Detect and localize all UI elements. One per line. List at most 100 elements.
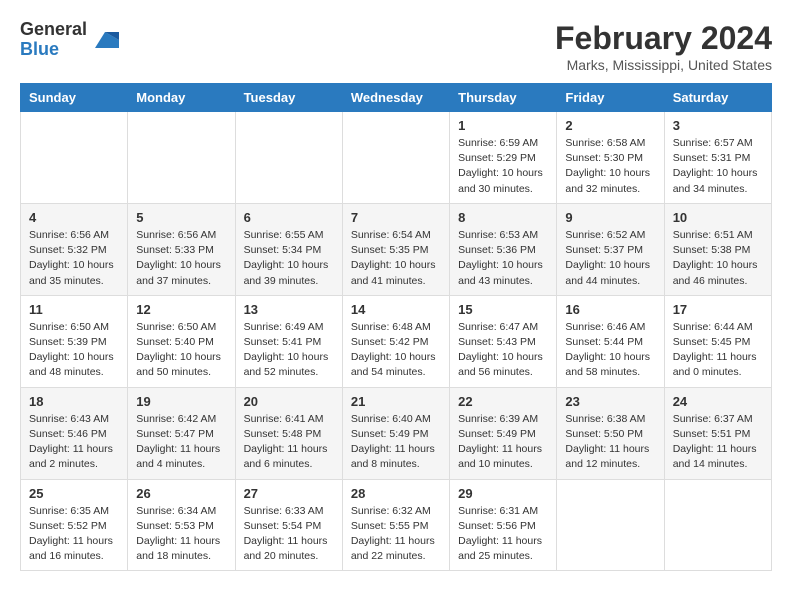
- logo: General Blue: [20, 20, 119, 60]
- calendar-cell: 14 Sunrise: 6:48 AM Sunset: 5:42 PM Dayli…: [342, 295, 449, 387]
- day-number: 25: [29, 486, 119, 501]
- calendar-week-row: 25 Sunrise: 6:35 AM Sunset: 5:52 PM Dayli…: [21, 479, 772, 571]
- day-info: Sunrise: 6:51 AM Sunset: 5:38 PM Dayligh…: [673, 228, 763, 289]
- calendar-cell: 15 Sunrise: 6:47 AM Sunset: 5:43 PM Dayli…: [450, 295, 557, 387]
- logo-blue-text: Blue: [20, 40, 87, 60]
- logo-text: General Blue: [20, 20, 87, 60]
- calendar-cell: 27 Sunrise: 6:33 AM Sunset: 5:54 PM Dayli…: [235, 479, 342, 571]
- page-header: General Blue February 2024 Marks, Missis…: [20, 20, 772, 73]
- day-number: 14: [351, 302, 441, 317]
- calendar-cell: 5Sunrise: 6:56 AM Sunset: 5:33 PM Daylig…: [128, 203, 235, 295]
- header-day-friday: Friday: [557, 84, 664, 112]
- calendar-cell: 2Sunrise: 6:58 AM Sunset: 5:30 PM Daylig…: [557, 112, 664, 204]
- day-info: Sunrise: 6:33 AM Sunset: 5:54 PM Dayligh…: [244, 504, 334, 565]
- day-info: Sunrise: 6:49 AM Sunset: 5:41 PM Dayligh…: [244, 320, 334, 381]
- title-block: February 2024 Marks, Mississippi, United…: [555, 20, 772, 73]
- day-info: Sunrise: 6:52 AM Sunset: 5:37 PM Dayligh…: [565, 228, 655, 289]
- day-info: Sunrise: 6:43 AM Sunset: 5:46 PM Dayligh…: [29, 412, 119, 473]
- calendar-week-row: 4Sunrise: 6:56 AM Sunset: 5:32 PM Daylig…: [21, 203, 772, 295]
- calendar-cell: [342, 112, 449, 204]
- day-number: 9: [565, 210, 655, 225]
- subtitle: Marks, Mississippi, United States: [555, 57, 772, 73]
- calendar-cell: 21 Sunrise: 6:40 AM Sunset: 5:49 PM Dayli…: [342, 387, 449, 479]
- day-number: 28: [351, 486, 441, 501]
- calendar-week-row: 18Sunrise: 6:43 AM Sunset: 5:46 PM Dayli…: [21, 387, 772, 479]
- day-info: Sunrise: 6:32 AM Sunset: 5:55 PM Dayligh…: [351, 504, 441, 565]
- day-number: 1: [458, 118, 548, 133]
- day-number: 7: [351, 210, 441, 225]
- main-title: February 2024: [555, 20, 772, 57]
- day-number: 2: [565, 118, 655, 133]
- header-day-monday: Monday: [128, 84, 235, 112]
- day-info: Sunrise: 6:46 AM Sunset: 5:44 PM Dayligh…: [565, 320, 655, 381]
- day-number: 27: [244, 486, 334, 501]
- day-number: 11: [29, 302, 119, 317]
- day-number: 21: [351, 394, 441, 409]
- day-info: Sunrise: 6:39 AM Sunset: 5:49 PM Dayligh…: [458, 412, 548, 473]
- calendar-cell: 11 Sunrise: 6:50 AM Sunset: 5:39 PM Dayli…: [21, 295, 128, 387]
- day-number: 24: [673, 394, 763, 409]
- day-info: Sunrise: 6:35 AM Sunset: 5:52 PM Dayligh…: [29, 504, 119, 565]
- calendar-cell: 22 Sunrise: 6:39 AM Sunset: 5:49 PM Dayli…: [450, 387, 557, 479]
- day-info: Sunrise: 6:42 AM Sunset: 5:47 PM Dayligh…: [136, 412, 226, 473]
- day-info: Sunrise: 6:59 AM Sunset: 5:29 PM Dayligh…: [458, 136, 548, 197]
- header-day-wednesday: Wednesday: [342, 84, 449, 112]
- day-info: Sunrise: 6:53 AM Sunset: 5:36 PM Dayligh…: [458, 228, 548, 289]
- day-number: 13: [244, 302, 334, 317]
- calendar-cell: [235, 112, 342, 204]
- calendar-cell: 25 Sunrise: 6:35 AM Sunset: 5:52 PM Dayli…: [21, 479, 128, 571]
- calendar-cell: 3 Sunrise: 6:57 AM Sunset: 5:31 PM Daylig…: [664, 112, 771, 204]
- day-info: Sunrise: 6:34 AM Sunset: 5:53 PM Dayligh…: [136, 504, 226, 565]
- calendar-cell: [21, 112, 128, 204]
- day-info: Sunrise: 6:57 AM Sunset: 5:31 PM Dayligh…: [673, 136, 763, 197]
- calendar-cell: 28 Sunrise: 6:32 AM Sunset: 5:55 PM Dayli…: [342, 479, 449, 571]
- calendar-cell: [128, 112, 235, 204]
- calendar-table: SundayMondayTuesdayWednesdayThursdayFrid…: [20, 83, 772, 571]
- calendar-cell: [664, 479, 771, 571]
- day-info: Sunrise: 6:40 AM Sunset: 5:49 PM Dayligh…: [351, 412, 441, 473]
- calendar-cell: 13 Sunrise: 6:49 AM Sunset: 5:41 PM Dayli…: [235, 295, 342, 387]
- day-number: 3: [673, 118, 763, 133]
- calendar-cell: 7Sunrise: 6:54 AM Sunset: 5:35 PM Daylig…: [342, 203, 449, 295]
- calendar-cell: 19 Sunrise: 6:42 AM Sunset: 5:47 PM Dayli…: [128, 387, 235, 479]
- day-info: Sunrise: 6:31 AM Sunset: 5:56 PM Dayligh…: [458, 504, 548, 565]
- calendar-cell: 26 Sunrise: 6:34 AM Sunset: 5:53 PM Dayli…: [128, 479, 235, 571]
- header-day-thursday: Thursday: [450, 84, 557, 112]
- calendar-cell: 9 Sunrise: 6:52 AM Sunset: 5:37 PM Daylig…: [557, 203, 664, 295]
- day-number: 20: [244, 394, 334, 409]
- day-number: 10: [673, 210, 763, 225]
- logo-general-text: General: [20, 20, 87, 40]
- calendar-cell: 23 Sunrise: 6:38 AM Sunset: 5:50 PM Dayli…: [557, 387, 664, 479]
- calendar-cell: 18Sunrise: 6:43 AM Sunset: 5:46 PM Dayli…: [21, 387, 128, 479]
- calendar-cell: 1 Sunrise: 6:59 AM Sunset: 5:29 PM Daylig…: [450, 112, 557, 204]
- calendar-cell: 12 Sunrise: 6:50 AM Sunset: 5:40 PM Dayli…: [128, 295, 235, 387]
- day-number: 19: [136, 394, 226, 409]
- calendar-cell: 17Sunrise: 6:44 AM Sunset: 5:45 PM Dayli…: [664, 295, 771, 387]
- calendar-cell: [557, 479, 664, 571]
- header-day-tuesday: Tuesday: [235, 84, 342, 112]
- day-number: 5: [136, 210, 226, 225]
- calendar-header-row: SundayMondayTuesdayWednesdayThursdayFrid…: [21, 84, 772, 112]
- day-info: Sunrise: 6:47 AM Sunset: 5:43 PM Dayligh…: [458, 320, 548, 381]
- day-number: 12: [136, 302, 226, 317]
- calendar-cell: 4Sunrise: 6:56 AM Sunset: 5:32 PM Daylig…: [21, 203, 128, 295]
- day-number: 15: [458, 302, 548, 317]
- header-day-saturday: Saturday: [664, 84, 771, 112]
- day-number: 26: [136, 486, 226, 501]
- day-info: Sunrise: 6:50 AM Sunset: 5:40 PM Dayligh…: [136, 320, 226, 381]
- calendar-cell: 29Sunrise: 6:31 AM Sunset: 5:56 PM Dayli…: [450, 479, 557, 571]
- calendar-cell: 24Sunrise: 6:37 AM Sunset: 5:51 PM Dayli…: [664, 387, 771, 479]
- day-number: 8: [458, 210, 548, 225]
- day-number: 22: [458, 394, 548, 409]
- day-info: Sunrise: 6:48 AM Sunset: 5:42 PM Dayligh…: [351, 320, 441, 381]
- calendar-cell: 6Sunrise: 6:55 AM Sunset: 5:34 PM Daylig…: [235, 203, 342, 295]
- calendar-cell: 8 Sunrise: 6:53 AM Sunset: 5:36 PM Daylig…: [450, 203, 557, 295]
- calendar-week-row: 1 Sunrise: 6:59 AM Sunset: 5:29 PM Daylig…: [21, 112, 772, 204]
- day-number: 23: [565, 394, 655, 409]
- day-number: 6: [244, 210, 334, 225]
- calendar-cell: 20Sunrise: 6:41 AM Sunset: 5:48 PM Dayli…: [235, 387, 342, 479]
- day-number: 4: [29, 210, 119, 225]
- day-info: Sunrise: 6:38 AM Sunset: 5:50 PM Dayligh…: [565, 412, 655, 473]
- calendar-cell: 10 Sunrise: 6:51 AM Sunset: 5:38 PM Dayli…: [664, 203, 771, 295]
- day-info: Sunrise: 6:50 AM Sunset: 5:39 PM Dayligh…: [29, 320, 119, 381]
